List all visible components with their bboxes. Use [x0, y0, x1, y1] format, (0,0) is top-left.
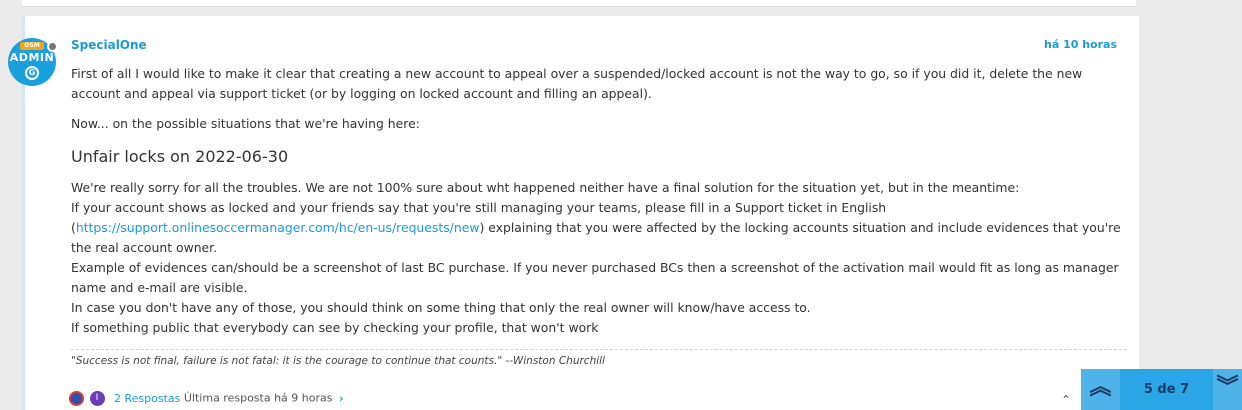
double-chevron-down-icon[interactable]: ︾: [1213, 369, 1242, 410]
avatar-admin-label: ADMIN: [9, 51, 55, 64]
pager-position-label[interactable]: 5 de 7: [1120, 369, 1213, 410]
post-line: We're really sorry for all the troubles.…: [71, 180, 1020, 195]
post-section-heading: Unfair locks on 2022-06-30: [71, 147, 289, 166]
avatar-badge: OSM: [20, 42, 44, 50]
support-ticket-link[interactable]: https://support.onlinesoccermanager.com/…: [76, 220, 480, 235]
offline-status-icon: [47, 41, 58, 52]
signature-divider: [71, 349, 1127, 350]
post-line: In case you don't have any of those, you…: [71, 300, 811, 315]
last-reply-text: Última resposta há 9 horas: [183, 391, 333, 405]
reply-avatar-2[interactable]: I: [89, 391, 105, 406]
post-line: If your account shows as locked and your…: [71, 200, 887, 215]
post-paragraph-intro: First of all I would like to make it cle…: [71, 66, 1083, 101]
post-author-link[interactable]: SpecialOne: [71, 38, 147, 52]
post-pager: ︽ 5 de 7 ︾: [1081, 369, 1242, 410]
replies-count-link[interactable]: 2 Respostas: [114, 392, 180, 405]
chevron-up-icon[interactable]: ⌃: [1058, 392, 1074, 408]
post-timestamp[interactable]: há 10 horas: [1044, 38, 1117, 51]
post-line: If something public that everybody can s…: [71, 320, 599, 335]
post-body: We're really sorry for all the troubles.…: [71, 178, 1131, 338]
chevron-right-icon[interactable]: ›: [339, 392, 344, 405]
post-line-with-link: (https://support.onlinesoccermanager.com…: [71, 220, 1121, 255]
replies-row: I 2 Respostas Última resposta há 9 horas…: [69, 391, 344, 409]
avatar-logo-icon: G: [25, 66, 39, 80]
double-chevron-up-icon[interactable]: ︽: [1081, 369, 1120, 410]
post-line: Example of evidences can/should be a scr…: [71, 260, 1119, 295]
post-paragraph-situations: Now... on the possible situations that w…: [71, 116, 420, 131]
user-signature: "Success is not final, failure is not fa…: [71, 355, 605, 367]
previous-post-card: [22, 0, 1136, 7]
reply-avatar-1[interactable]: [69, 391, 84, 406]
